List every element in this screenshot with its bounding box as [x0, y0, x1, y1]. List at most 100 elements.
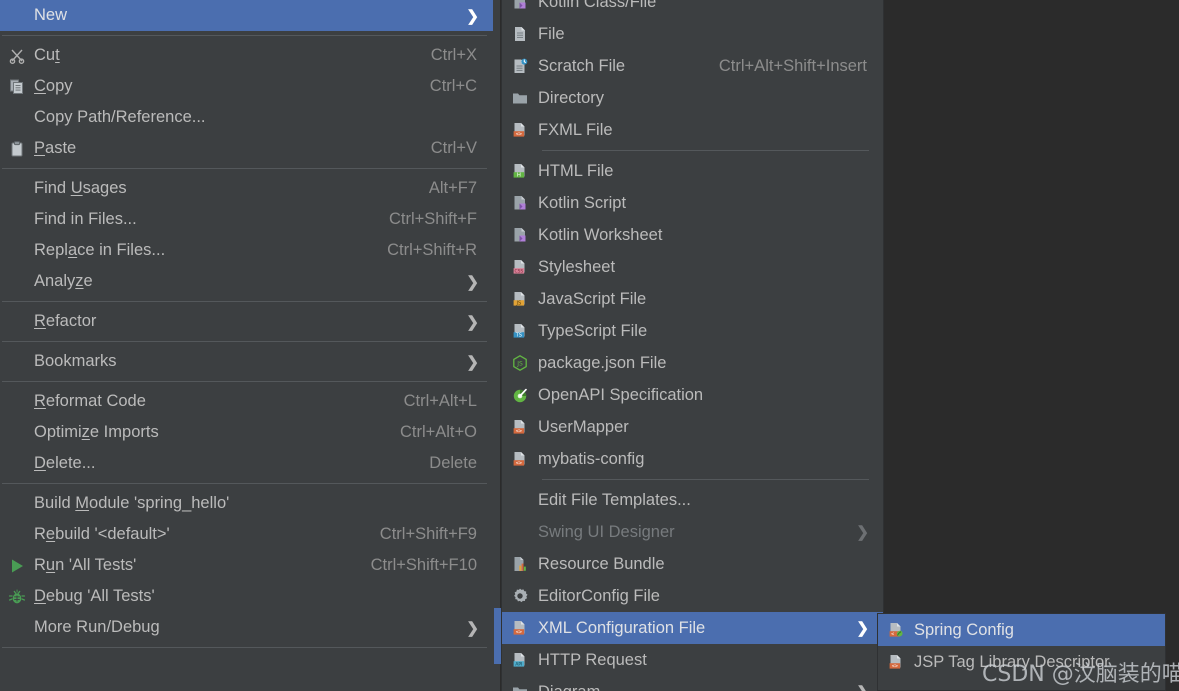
menu-item-rebuild[interactable]: Rebuild '<default>' Ctrl+Shift+F9: [0, 519, 493, 550]
menu-item-label: mybatis-config: [538, 449, 645, 468]
menu-item-reformat-code[interactable]: Reformat Code Ctrl+Alt+L: [0, 386, 493, 417]
menu-item-debug-all-tests[interactable]: Debug 'All Tests': [0, 581, 493, 612]
menu-item-accelerator: Ctrl+C: [429, 77, 477, 95]
new-item-diagram[interactable]: Diagram ❯: [502, 676, 883, 691]
menu-item-label: Copy: [34, 77, 73, 95]
new-item-http-request[interactable]: API HTTP Request: [502, 644, 883, 676]
spring-file-icon: <: [878, 621, 914, 639]
xml-submenu-item-spring-config[interactable]: < Spring Config: [878, 614, 1165, 646]
context-menu-scrollbar-track[interactable]: [493, 0, 500, 691]
menu-item-accelerator: Ctrl+Alt+L: [403, 392, 477, 410]
menu-item-copy[interactable]: Copy Ctrl+C: [0, 71, 493, 102]
menu-item-accelerator: Ctrl+Alt+Shift+Insert: [718, 56, 867, 75]
menu-item-label: JSP Tag Library Descriptor: [914, 652, 1110, 671]
menu-item-label: UserMapper: [538, 417, 629, 436]
new-item-kotlin-class-file[interactable]: Kotlin Class/File: [502, 0, 883, 18]
svg-text:<>: <>: [516, 429, 522, 435]
new-item-kotlin-script[interactable]: Kotlin Script: [502, 187, 883, 219]
menu-item-label: Paste: [34, 139, 77, 157]
menu-item-label: Scratch File: [538, 56, 626, 75]
new-item-resource-bundle[interactable]: Resource Bundle: [502, 548, 883, 580]
new-item-package-json-file[interactable]: JS package.json File: [502, 347, 883, 379]
new-item-openapi-specification[interactable]: OpenAPI Specification: [502, 379, 883, 411]
menu-item-label: Stylesheet: [538, 257, 616, 276]
new-item-javascript-file[interactable]: JS JavaScript File: [502, 283, 883, 315]
menu-item-cut[interactable]: Cut Ctrl+X: [0, 40, 493, 71]
menu-item-delete[interactable]: Delete... Delete: [0, 448, 493, 479]
menu-item-label: Kotlin Worksheet: [538, 225, 663, 244]
menu-item-label: HTML File: [538, 161, 614, 180]
new-item-fxml-file[interactable]: <> FXML File: [502, 114, 883, 146]
menu-item-label: Resource Bundle: [538, 554, 665, 573]
new-item-file[interactable]: File: [502, 18, 883, 50]
new-item-xml-configuration-file[interactable]: <> XML Configuration File ❯: [502, 612, 883, 644]
menu-separator: [2, 35, 487, 36]
menu-item-label: Reformat Code: [34, 392, 146, 410]
new-item-directory[interactable]: Directory: [502, 82, 883, 114]
chevron-right-icon: ❯: [856, 524, 869, 541]
menu-separator: [2, 301, 487, 302]
menu-item-accelerator: Ctrl+Alt+O: [399, 423, 477, 441]
menu-item-build-module[interactable]: Build Module 'spring_hello': [0, 488, 493, 519]
new-item-typescript-file[interactable]: TS TypeScript File: [502, 315, 883, 347]
menu-item-label: Run 'All Tests': [34, 556, 137, 574]
openapi-icon: [502, 386, 538, 404]
menu-item-label: Refactor: [34, 312, 97, 330]
menu-item-label: Analyze: [34, 272, 93, 290]
new-item-kotlin-worksheet[interactable]: Kotlin Worksheet: [502, 219, 883, 251]
new-item-usermapper[interactable]: <> UserMapper: [502, 411, 883, 443]
kotlin-file-icon: [502, 0, 538, 11]
scissors-icon: [0, 47, 34, 65]
menu-item-label: Spring Config: [914, 620, 1014, 639]
new-item-html-file[interactable]: H HTML File: [502, 155, 883, 187]
run-icon: [0, 557, 34, 575]
menu-item-optimize-imports[interactable]: Optimize Imports Ctrl+Alt+O: [0, 417, 493, 448]
menu-item-label: Delete...: [34, 454, 96, 472]
folder-icon: [502, 683, 538, 691]
menu-item-analyze[interactable]: Analyze ❯: [0, 266, 493, 297]
menu-item-accelerator: Alt+F7: [428, 179, 477, 197]
menu-separator: [542, 479, 869, 480]
menu-item-label: package.json File: [538, 353, 667, 372]
menu-item-label: Rebuild '<default>': [34, 525, 170, 543]
menu-item-refactor[interactable]: Refactor ❯: [0, 306, 493, 337]
menu-item-replace-in-files[interactable]: Replace in Files... Ctrl+Shift+R: [0, 235, 493, 266]
new-item-scratch-file[interactable]: Scratch File Ctrl+Alt+Shift+Insert: [502, 50, 883, 82]
menu-item-label: Diagram: [538, 683, 600, 691]
scratch-file-icon: [502, 57, 538, 75]
new-item-swing-ui-designer[interactable]: Swing UI Designer ❯: [502, 516, 883, 548]
menu-item-label: Find Usages: [34, 179, 127, 197]
svg-text:API: API: [515, 662, 522, 668]
menu-item-paste[interactable]: Paste Ctrl+V: [0, 133, 493, 164]
new-item-stylesheet[interactable]: CSS Stylesheet: [502, 251, 883, 283]
xml-submenu-item-jsp-tag-library-descriptor[interactable]: <> JSP Tag Library Descriptor: [878, 646, 1165, 678]
clipboard-icon: [0, 140, 34, 158]
svg-text:<>: <>: [516, 132, 522, 138]
menu-item-new[interactable]: New ❯: [0, 0, 493, 31]
svg-text:CSS: CSS: [515, 269, 524, 275]
xml-file-icon: <>: [502, 418, 538, 436]
menu-item-label: EditorConfig File: [538, 586, 660, 605]
menu-item-label: Debug 'All Tests': [34, 587, 155, 605]
menu-item-label: HTTP Request: [538, 650, 647, 669]
new-submenu-panel: Kotlin Class/File File Scratch File Ctrl…: [501, 0, 884, 691]
menu-item-label: Kotlin Script: [538, 193, 627, 212]
new-item-editorconfig-file[interactable]: EditorConfig File: [502, 580, 883, 612]
menu-item-more-run-debug[interactable]: More Run/Debug ❯: [0, 612, 493, 643]
svg-text:<>: <>: [516, 461, 522, 467]
menu-item-bookmarks[interactable]: Bookmarks ❯: [0, 346, 493, 377]
new-item-mybatis-config[interactable]: <> mybatis-config: [502, 443, 883, 475]
menu-item-label: FXML File: [538, 120, 613, 139]
menu-item-label: More Run/Debug: [34, 618, 160, 636]
menu-item-copy-path-reference[interactable]: Copy Path/Reference...: [0, 102, 493, 133]
screen-root: New ❯ Cut Ctrl+X Copy Ctrl+C Copy Path/R…: [0, 0, 1179, 691]
new-item-edit-file-templates[interactable]: Edit File Templates...: [502, 484, 883, 516]
menu-separator: [542, 150, 869, 151]
menu-item-find-usages[interactable]: Find Usages Alt+F7: [0, 173, 493, 204]
context-menu-scrollbar-thumb[interactable]: [494, 608, 501, 664]
kotlin-file-icon: [502, 194, 538, 212]
menu-item-find-in-files[interactable]: Find in Files... Ctrl+Shift+F: [0, 204, 493, 235]
xml-configuration-submenu-panel: < Spring Config <> JSP Tag Library Descr…: [877, 613, 1166, 691]
chevron-right-icon: ❯: [466, 619, 479, 637]
menu-item-run-all-tests[interactable]: Run 'All Tests' Ctrl+Shift+F10: [0, 550, 493, 581]
